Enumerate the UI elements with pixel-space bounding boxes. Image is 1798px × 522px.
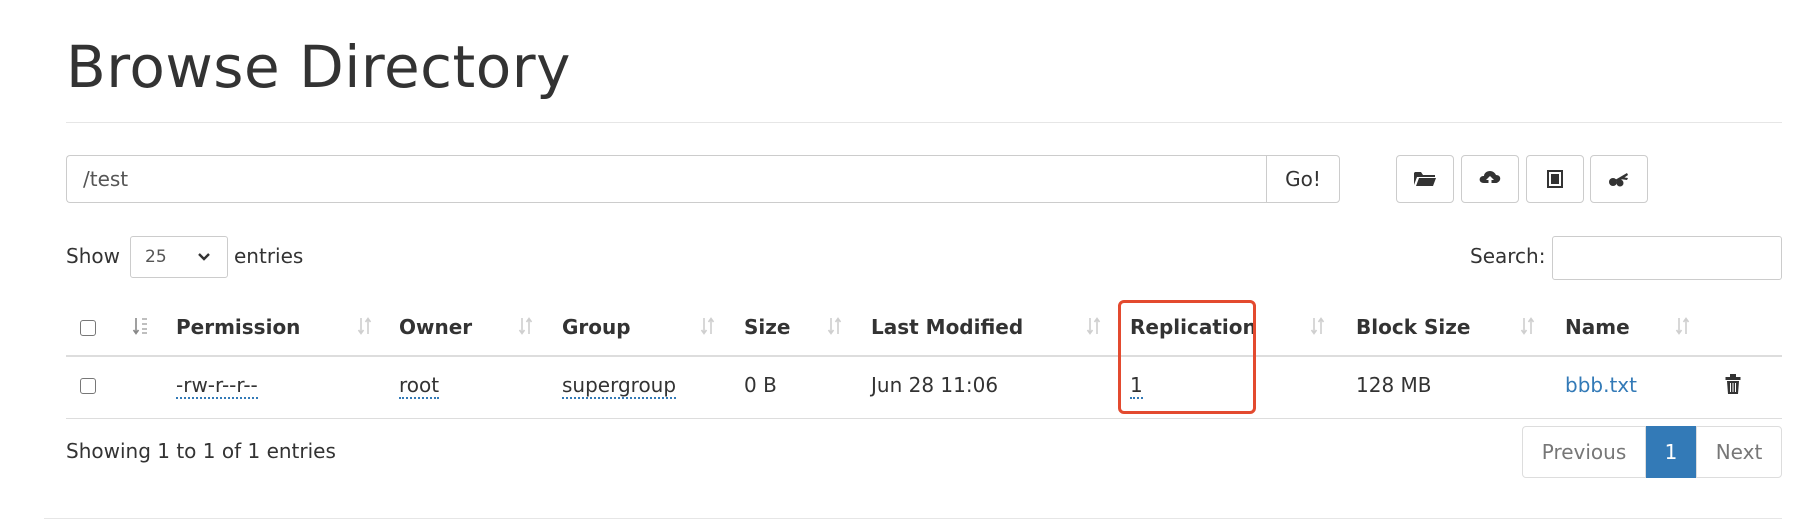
column-header-permission[interactable]: Permission (176, 312, 300, 342)
trash-icon[interactable] (1724, 373, 1742, 395)
cut-button[interactable] (1590, 155, 1648, 203)
go-button[interactable]: Go! (1266, 155, 1340, 203)
title-divider (66, 122, 1782, 123)
cloud-upload-icon (1479, 171, 1501, 186)
cell-owner[interactable]: root (399, 370, 440, 400)
cell-size: 0 B (744, 373, 777, 397)
folder-open-icon (1414, 172, 1436, 186)
column-header-last-modified[interactable]: Last Modified (871, 312, 1023, 342)
sort-asc-icon[interactable] (132, 316, 150, 336)
cell-last-modified: Jun 28 11:06 (871, 373, 999, 397)
search-label: Search: (1470, 244, 1546, 268)
file-name-link[interactable]: bbb.txt (1565, 370, 1637, 400)
cell-permission[interactable]: -rw-r--r-- (176, 370, 258, 400)
entries-per-page-value: 25 (145, 247, 167, 267)
column-header-name[interactable]: Name (1565, 312, 1630, 342)
chevron-down-icon (198, 253, 210, 261)
bottom-divider (44, 518, 1782, 519)
search-input[interactable] (1552, 236, 1782, 280)
table-header-divider (66, 355, 1782, 357)
sort-icon[interactable] (517, 316, 535, 336)
sort-icon[interactable] (356, 316, 374, 336)
table-info: Showing 1 to 1 of 1 entries (66, 439, 336, 463)
create-directory-button[interactable] (1396, 155, 1454, 203)
owner-link[interactable]: root (399, 373, 440, 399)
path-input[interactable] (66, 155, 1266, 203)
permission-link[interactable]: -rw-r--r-- (176, 373, 258, 399)
column-header-owner[interactable]: Owner (399, 312, 472, 342)
sort-icon[interactable] (1309, 316, 1327, 336)
table-row-divider (66, 418, 1782, 419)
show-label: Show (66, 244, 120, 268)
next-page-button[interactable]: Next (1696, 426, 1782, 478)
cell-group[interactable]: supergroup (562, 370, 677, 400)
sort-icon[interactable] (826, 316, 844, 336)
cell-block-size: 128 MB (1356, 373, 1432, 397)
upload-button[interactable] (1461, 155, 1519, 203)
column-header-block-size[interactable]: Block Size (1356, 312, 1470, 342)
book-button[interactable] (1526, 155, 1584, 203)
entries-label: entries (234, 244, 304, 268)
cut-icon (1609, 173, 1628, 187)
replication-highlight-box (1118, 300, 1256, 414)
page-1-button[interactable]: 1 (1646, 426, 1696, 478)
select-all-checkbox[interactable] (80, 320, 96, 336)
sort-icon[interactable] (1674, 316, 1692, 336)
book-icon (1547, 170, 1563, 188)
column-header-size[interactable]: Size (744, 312, 790, 342)
group-link[interactable]: supergroup (562, 373, 677, 399)
column-header-group[interactable]: Group (562, 312, 631, 342)
previous-page-button[interactable]: Previous (1522, 426, 1646, 478)
page-title: Browse Directory (66, 33, 571, 101)
sort-icon[interactable] (699, 316, 717, 336)
sort-icon[interactable] (1085, 316, 1103, 336)
entries-per-page-select[interactable]: 25 (130, 236, 228, 278)
row-checkbox[interactable] (80, 378, 96, 394)
sort-icon[interactable] (1519, 316, 1537, 336)
